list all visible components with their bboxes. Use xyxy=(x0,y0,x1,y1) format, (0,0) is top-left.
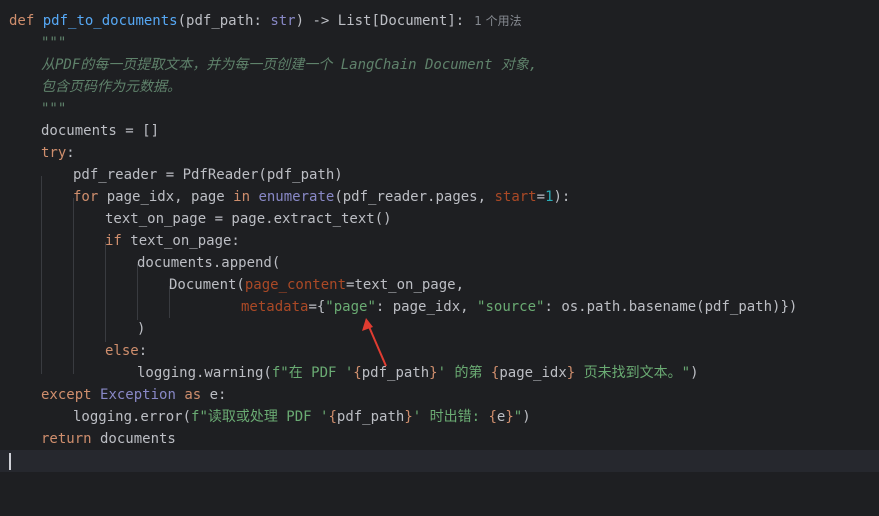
string-literal: "source" xyxy=(477,299,545,315)
code-line[interactable]: """ xyxy=(0,98,879,120)
fstring-brace: } xyxy=(404,409,413,425)
code-line[interactable]: documents = [] xyxy=(0,120,879,142)
fstring-brace: { xyxy=(353,365,362,381)
docstring: 包含页码作为元数据。 xyxy=(41,79,181,95)
code-editor[interactable]: def pdf_to_documents(pdf_path: str) -> L… xyxy=(0,0,879,488)
code-line[interactable]: text_on_page = page.extract_text() xyxy=(0,208,879,230)
code-line[interactable]: if text_on_page: xyxy=(0,230,879,252)
keyword: except xyxy=(41,387,92,403)
string-literal: ' 时出错: xyxy=(412,409,489,425)
string-literal: " xyxy=(513,409,523,425)
keyword: return xyxy=(41,431,92,447)
code-line[interactable]: 包含页码作为元数据。 xyxy=(0,76,879,98)
keyword-argument: start xyxy=(494,189,537,205)
code-line[interactable]: ) xyxy=(0,318,879,340)
code-line[interactable]: else: xyxy=(0,340,879,362)
code-token: logging.warning( xyxy=(137,365,272,381)
usage-hint[interactable]: 1 个用法 xyxy=(474,14,521,28)
code-line[interactable]: logging.warning(f"在 PDF '{pdf_path}' 的第 … xyxy=(0,362,879,384)
code-token: e: xyxy=(201,387,227,403)
docstring: """ xyxy=(41,101,67,117)
code-line[interactable]: 从PDF的每一页提取文本，并为每一页创建一个 LangChain Documen… xyxy=(0,54,879,76)
code-line[interactable]: return documents xyxy=(0,428,879,450)
code-token: text_on_page: xyxy=(121,233,240,249)
code-line[interactable]: metadata={"page": page_idx, "source": os… xyxy=(0,296,879,318)
docstring: 从PDF的每一页提取文本，并为每一页创建一个 LangChain Documen… xyxy=(41,57,538,73)
code-token: =text_on_page, xyxy=(346,277,465,293)
keyword: try xyxy=(41,145,67,161)
fstring-brace: { xyxy=(488,409,497,425)
code-line[interactable]: try: xyxy=(0,142,879,164)
code-token: : xyxy=(253,13,271,29)
function-name: pdf_to_documents xyxy=(42,13,178,29)
code-line[interactable]: def pdf_to_documents(pdf_path: str) -> L… xyxy=(0,10,879,32)
code-line[interactable]: Document(page_content=text_on_page, xyxy=(0,274,879,296)
keyword-argument: metadata xyxy=(241,299,309,315)
code-token: documents xyxy=(91,431,176,447)
code-token: text_on_page = page.extract_text() xyxy=(105,211,392,227)
fstring-expression: pdf_path xyxy=(336,409,405,425)
string-literal: "page" xyxy=(325,299,376,315)
code-token: ={ xyxy=(308,299,326,315)
code-line[interactable]: logging.error(f"读取或处理 PDF '{pdf_path}' 时… xyxy=(0,406,879,428)
code-line[interactable]: except Exception as e: xyxy=(0,384,879,406)
code-token: : page_idx, xyxy=(375,299,478,315)
code-token: = xyxy=(536,189,546,205)
string-literal: 页未找到文本。" xyxy=(575,365,691,381)
code-token: ) xyxy=(690,365,699,381)
code-line[interactable]: """ xyxy=(0,32,879,54)
code-token: ) xyxy=(137,321,146,337)
code-token: : xyxy=(66,145,75,161)
string-literal: f"读取或处理 PDF ' xyxy=(191,409,329,425)
code-token: : os.path.basename(pdf_path)}) xyxy=(544,299,798,315)
code-token: logging.error( xyxy=(73,409,192,425)
builtin-function: enumerate xyxy=(258,189,335,205)
code-line[interactable]: documents.append( xyxy=(0,252,879,274)
current-line[interactable] xyxy=(0,450,879,472)
code-token: (pdf_reader.pages, xyxy=(334,189,495,205)
number-literal: 1 xyxy=(545,189,554,205)
fstring-expression: page_idx xyxy=(499,365,567,381)
keyword: as xyxy=(184,387,202,403)
code-token: ) xyxy=(522,409,531,425)
fstring-brace: { xyxy=(328,409,337,425)
code-token: page_idx, page xyxy=(98,189,234,205)
keyword: if xyxy=(105,233,122,249)
keyword-argument: page_content xyxy=(244,277,347,293)
code-token: pdf_reader = PdfReader(pdf_path) xyxy=(73,167,343,183)
string-literal: ' 的第 xyxy=(437,365,491,381)
parameter: pdf_path xyxy=(186,13,254,29)
code-line[interactable]: for page_idx, page in enumerate(pdf_read… xyxy=(0,186,879,208)
text-caret xyxy=(9,453,11,470)
keyword: def xyxy=(9,13,35,29)
string-literal: f"在 PDF ' xyxy=(271,365,354,381)
keyword: else xyxy=(105,343,139,359)
fstring-brace: } xyxy=(566,365,576,381)
code-token: ) -> List[Document]: xyxy=(295,13,465,29)
code-token: Document( xyxy=(169,277,245,293)
builtin-type: str xyxy=(270,13,296,29)
code-token: ): xyxy=(553,189,571,205)
docstring: """ xyxy=(41,35,67,51)
code-line[interactable]: pdf_reader = PdfReader(pdf_path) xyxy=(0,164,879,186)
keyword: for xyxy=(73,189,99,205)
code-token: documents.append( xyxy=(137,255,281,271)
code-token: documents = [] xyxy=(41,123,160,139)
fstring-brace: } xyxy=(429,365,438,381)
builtin-class: Exception xyxy=(100,387,176,403)
fstring-expression: pdf_path xyxy=(361,365,430,381)
code-token: : xyxy=(138,343,148,359)
keyword: in xyxy=(233,189,251,205)
fstring-brace: } xyxy=(505,409,514,425)
code-token: ( xyxy=(177,13,187,29)
